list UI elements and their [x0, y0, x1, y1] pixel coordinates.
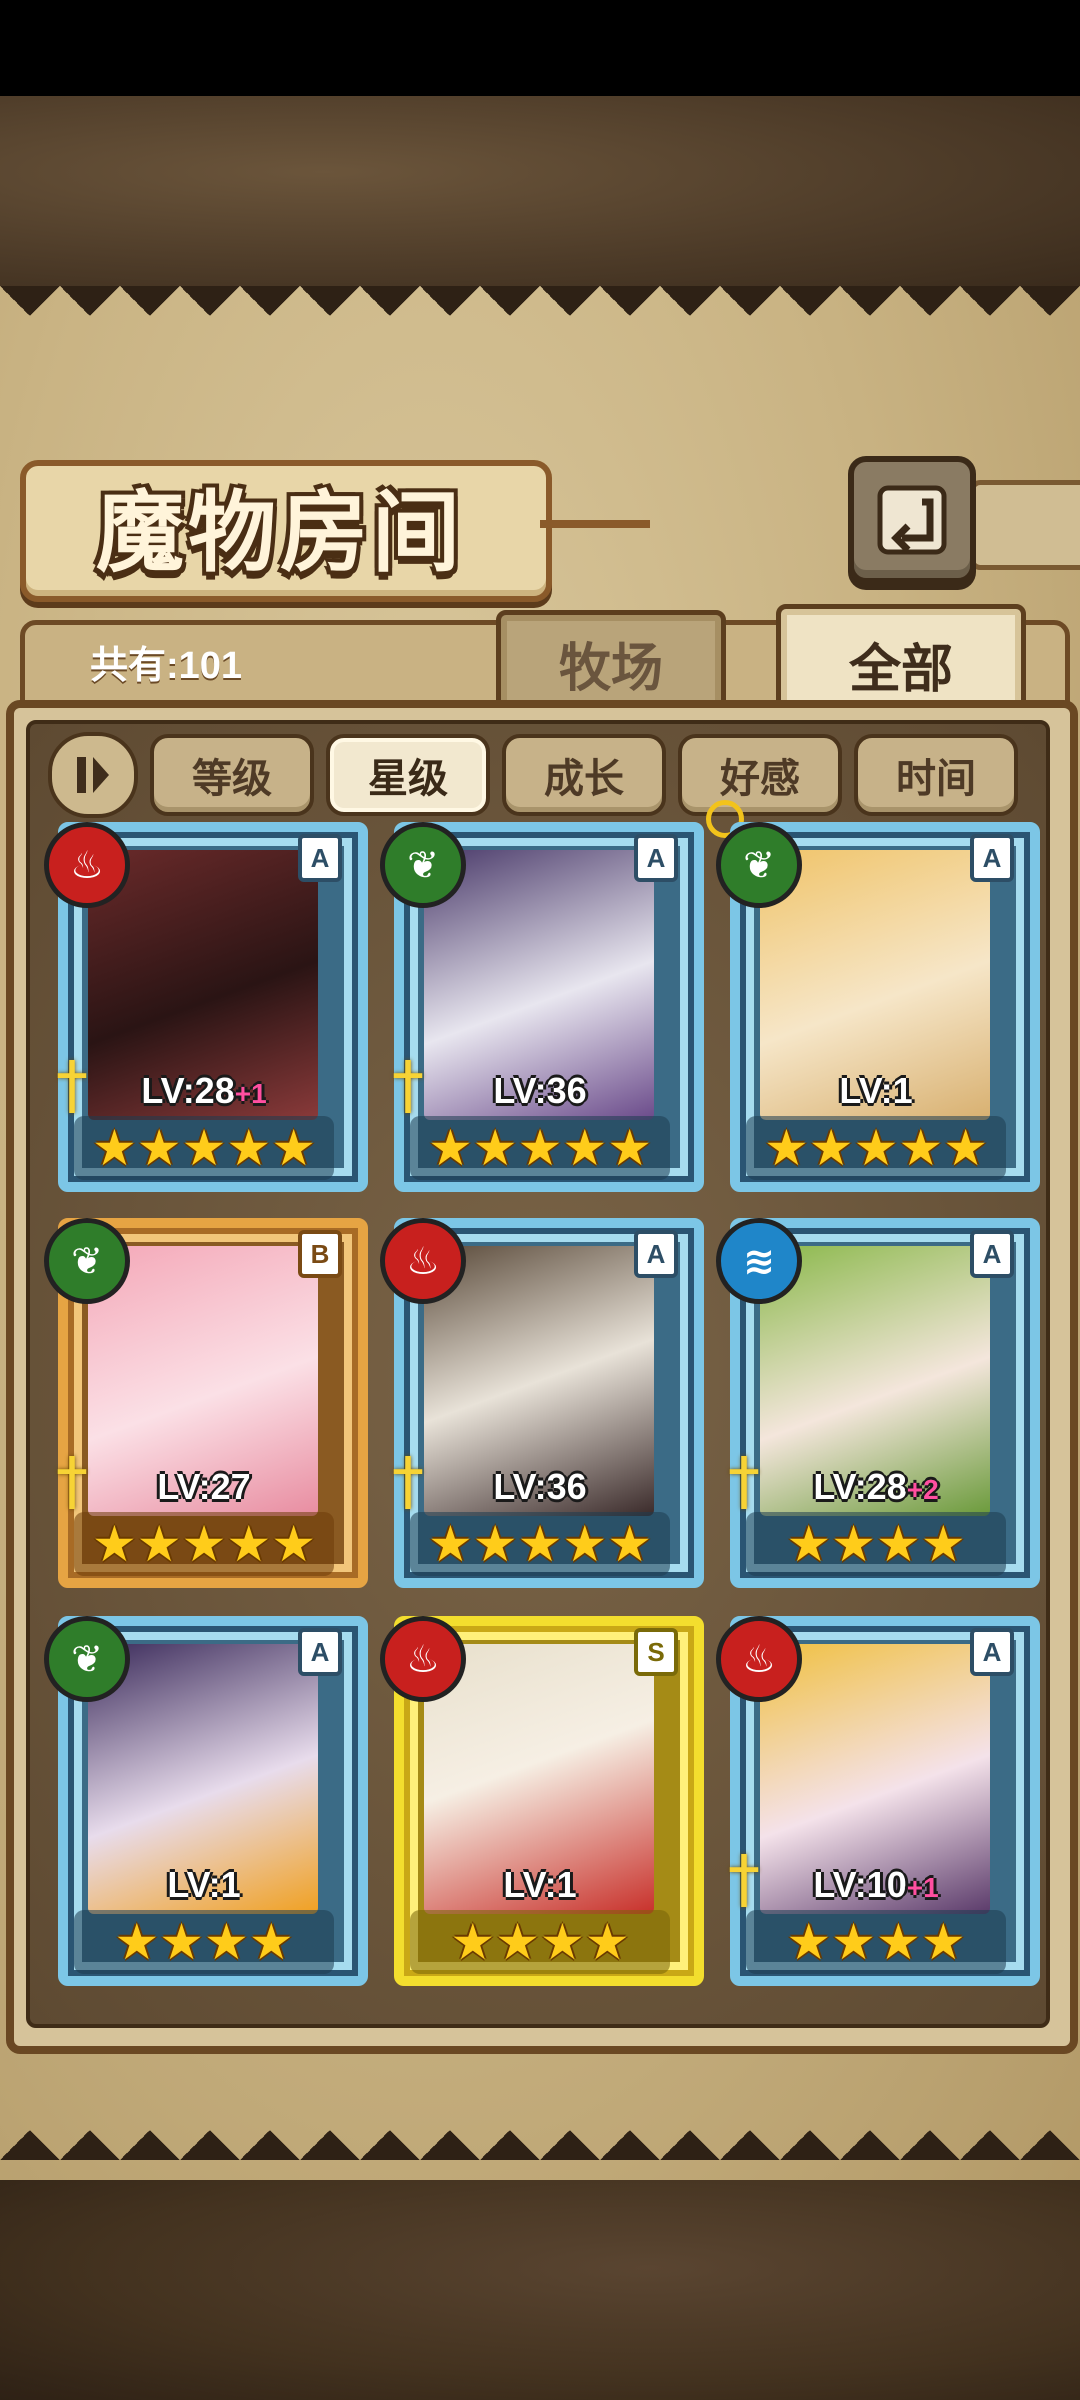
star-rating: ★★★★	[746, 1910, 1006, 1974]
star-rating: ★★★★★	[410, 1116, 670, 1180]
star-rating: ★★★★	[746, 1512, 1006, 1576]
back-button-tail	[970, 480, 1080, 570]
monster-card[interactable]: A ≋ † LV:28+2 ★★★★	[716, 1218, 1040, 1588]
water-element-icon: ≋	[716, 1218, 802, 1304]
star-rating: ★★★★★	[74, 1116, 334, 1180]
level-label: LV:28+1	[141, 1070, 267, 1111]
level-label: LV:1	[839, 1070, 913, 1111]
rank-badge: A	[970, 1628, 1014, 1676]
map-background-top	[0, 96, 1080, 286]
level-label: LV:36	[493, 1466, 587, 1507]
fire-element-icon: ♨	[44, 822, 130, 908]
back-button[interactable]	[848, 456, 976, 584]
monster-count: 共有:101	[90, 645, 243, 687]
level-label: LV:1	[503, 1864, 577, 1905]
level-label: LV:28+2	[813, 1466, 939, 1507]
star-rating: ★★★★	[410, 1910, 670, 1974]
rank-badge: A	[634, 1230, 678, 1278]
monster-card[interactable]: B ❦ † LV:27 ★★★★★	[44, 1218, 368, 1588]
monster-card[interactable]: A ❦ LV:1 ★★★★	[44, 1616, 368, 1986]
rank-badge: A	[298, 834, 342, 882]
rank-badge: A	[298, 1628, 342, 1676]
sort-by-level[interactable]: 等级	[150, 734, 314, 816]
rank-badge: B	[298, 1230, 342, 1278]
page-title: 魔物房间	[95, 479, 464, 584]
monster-card[interactable]: A ❦ † LV:36 ★★★★★	[380, 822, 704, 1192]
leaf-element-icon: ❦	[44, 1616, 130, 1702]
level-label: LV:10+1	[813, 1864, 939, 1905]
sort-by-growth[interactable]: 成长	[502, 734, 666, 816]
sort-by-time[interactable]: 时间	[854, 734, 1018, 816]
monster-card[interactable]: A ♨ † LV:28+1 ★★★★★	[44, 822, 368, 1192]
leaf-element-icon: ❦	[44, 1218, 130, 1304]
monster-card[interactable]: S ♨ LV:1 ★★★★	[380, 1616, 704, 1986]
back-arrow-icon	[877, 485, 947, 555]
fire-element-icon: ♨	[380, 1616, 466, 1702]
rank-badge: A	[970, 834, 1014, 882]
fire-element-icon: ♨	[380, 1218, 466, 1304]
sort-by-affection[interactable]: 好感	[678, 734, 842, 816]
star-rating: ★★★★★	[746, 1116, 1006, 1180]
torn-edge-bottom	[0, 2100, 1080, 2160]
level-label: LV:36	[493, 1070, 587, 1111]
level-label: LV:1	[167, 1864, 241, 1905]
monster-card[interactable]: A ❦ LV:1 ★★★★★	[716, 822, 1040, 1192]
sort-by-star[interactable]: 星级	[326, 734, 490, 816]
leaf-element-icon: ❦	[716, 822, 802, 908]
torn-edge-top	[0, 286, 1080, 346]
level-label: LV:27	[157, 1466, 251, 1507]
sort-toggle-icon	[77, 757, 109, 793]
star-rating: ★★★★★	[74, 1512, 334, 1576]
sort-order-toggle[interactable]	[48, 732, 138, 818]
star-rating: ★★★★	[74, 1910, 334, 1974]
status-bar	[0, 0, 1080, 96]
star-rating: ★★★★★	[410, 1512, 670, 1576]
monster-card[interactable]: A ♨ † LV:10+1 ★★★★	[716, 1616, 1040, 1986]
title-divider	[540, 520, 650, 528]
monster-card[interactable]: A ♨ † LV:36 ★★★★★	[380, 1218, 704, 1588]
fire-element-icon: ♨	[716, 1616, 802, 1702]
rank-badge: A	[970, 1230, 1014, 1278]
map-background-bottom	[0, 2180, 1080, 2400]
rank-badge: S	[634, 1628, 678, 1676]
rank-badge: A	[634, 834, 678, 882]
leaf-element-icon: ❦	[380, 822, 466, 908]
